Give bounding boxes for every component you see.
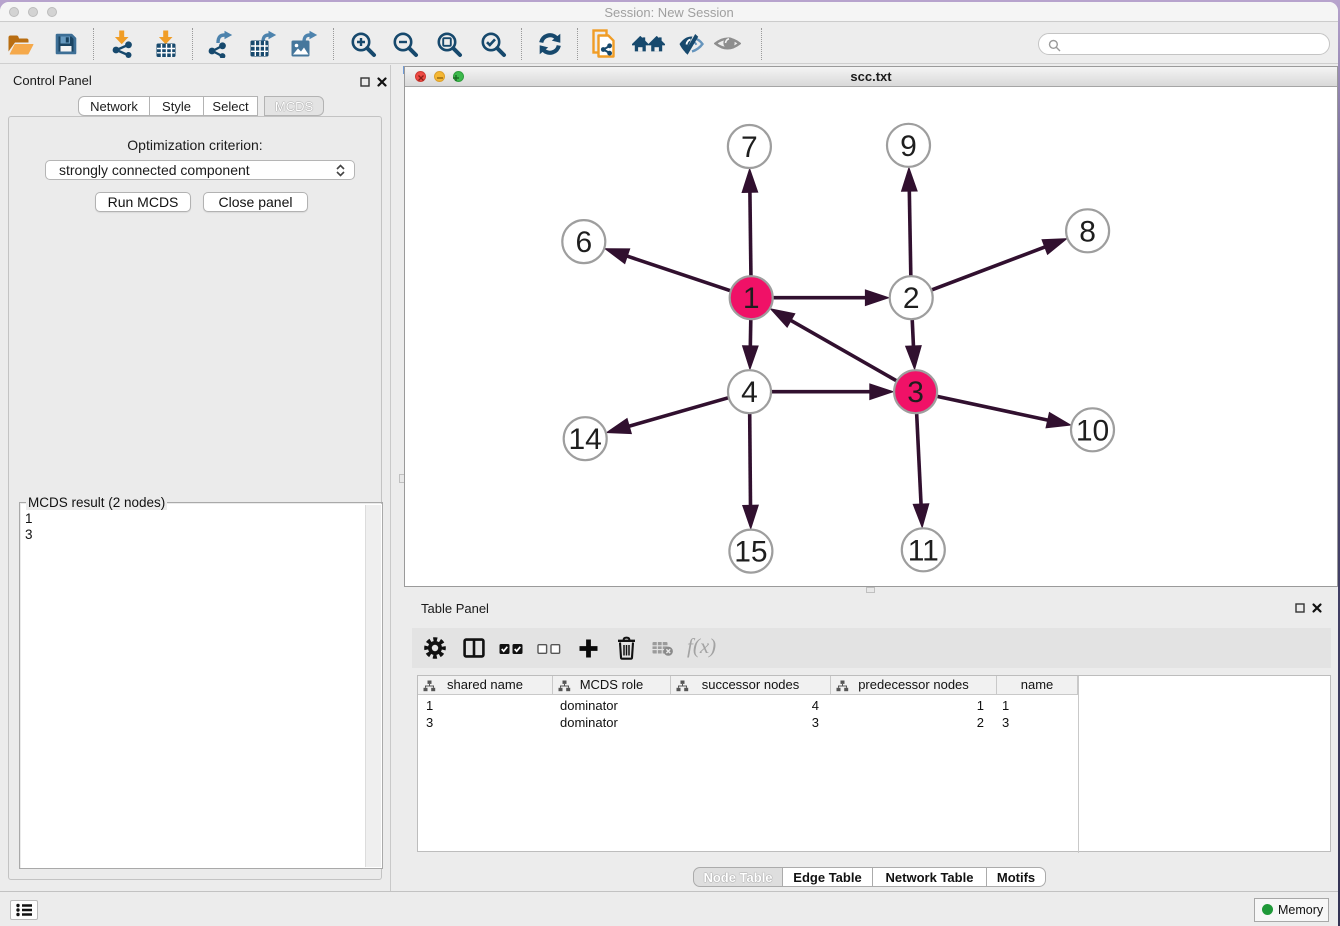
svg-text:9: 9 (900, 130, 917, 163)
svg-text:10: 10 (1076, 414, 1109, 447)
svg-text:4: 4 (741, 376, 758, 409)
svg-text:7: 7 (741, 131, 758, 164)
svg-text:11: 11 (908, 534, 939, 567)
svg-text:3: 3 (907, 376, 924, 409)
svg-text:14: 14 (569, 423, 602, 456)
svg-text:8: 8 (1079, 215, 1096, 248)
svg-text:1: 1 (743, 282, 760, 315)
svg-text:15: 15 (734, 536, 767, 569)
svg-text:2: 2 (903, 282, 920, 315)
svg-text:6: 6 (575, 226, 592, 259)
